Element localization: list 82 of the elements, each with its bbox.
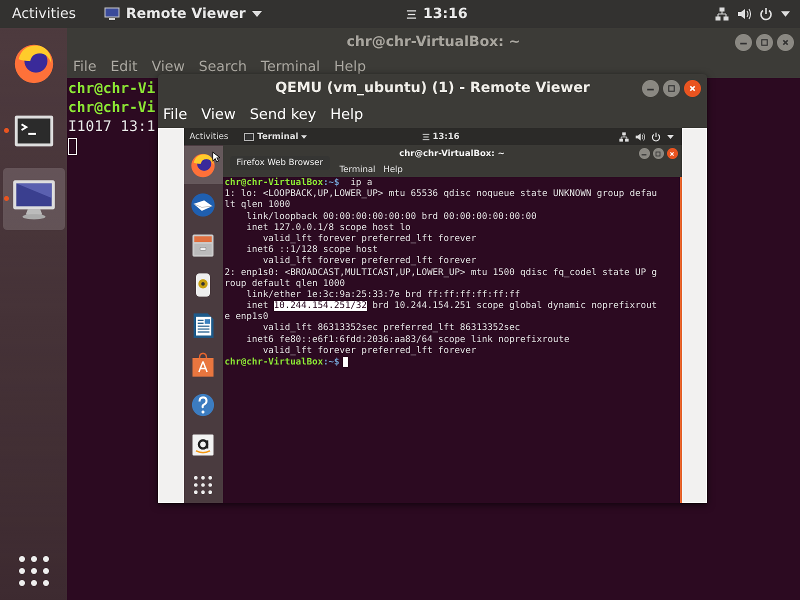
dock-item[interactable]	[2, 168, 64, 230]
output-line: link/ether 1e:3c:9a:25:33:7e brd ff:ff:ff:ff:ff:ff	[245, 290, 520, 300]
tooltip: Firefox Web Browser	[230, 156, 330, 170]
output-line: lt qlen 1000	[224, 200, 290, 210]
menu-item[interactable]: Search	[198, 59, 247, 75]
output-line: 1: lo: <LOOPBACK,UP,LOWER_UP> mtu 65536 qdisc noqueue state UNKNOWN group defau	[224, 189, 658, 200]
menu-item[interactable]: View	[201, 107, 236, 123]
maximize-icon	[759, 37, 770, 48]
clock[interactable]: 13:16	[423, 6, 468, 22]
browser-icon[interactable]	[189, 151, 217, 179]
prompt-path: :~$	[323, 178, 340, 188]
power-icon[interactable]	[650, 132, 660, 142]
output-line: inet 10.244.154.251/32 brd 10.244.154.251 scope global dynamic noprefixrout	[245, 301, 658, 312]
window-title: chr@chr-VirtualBox: ~	[346, 34, 520, 50]
text-cursor	[68, 138, 77, 155]
minimize-button[interactable]	[642, 80, 659, 97]
dock-item[interactable]	[184, 146, 222, 184]
minimize-button[interactable]	[638, 148, 650, 159]
maximize-button[interactable]	[663, 80, 680, 97]
output-line: valid_lft forever preferred_lft forever	[262, 346, 476, 356]
app-menu[interactable]: Remote Viewer	[126, 6, 246, 22]
output-line: 2: enp1s0: <BROADCAST,MULTICAST,UP,LOWER_UP> mtu 1500 qdisc fq_codel state UP g	[224, 268, 658, 278]
command-text: ip a	[349, 178, 372, 188]
output-line: inet6 fe80::e6f1:6fdd:2036:aa83/64 scope link noprefixroute	[245, 334, 570, 345]
menu-item[interactable]: Terminal	[340, 165, 376, 175]
output-line: valid_lft forever preferred_lft forever	[262, 234, 476, 244]
prompt-path: :~$	[323, 357, 340, 368]
mail-icon[interactable]	[189, 191, 217, 219]
app-menu[interactable]: Terminal	[257, 132, 298, 142]
network-icon[interactable]	[618, 132, 628, 142]
help-icon[interactable]	[189, 391, 217, 419]
window-title: QEMU (vm_ubuntu) (1) - Remote Viewer	[275, 80, 590, 96]
prompt-text: chr@chr-VirtualBox	[224, 357, 324, 368]
caret-icon[interactable]	[301, 134, 308, 138]
menu-item[interactable]: View	[152, 59, 185, 75]
notification-icon[interactable]	[422, 132, 430, 140]
window-title: chr@chr-VirtualBox: ~	[399, 149, 505, 159]
volume-icon[interactable]	[737, 7, 751, 21]
mouse-pointer-icon	[212, 151, 220, 163]
monitor-icon[interactable]	[104, 7, 120, 21]
prompt-text: chr@chr-VirtualBox	[224, 178, 324, 188]
close-button[interactable]	[684, 80, 701, 97]
terminal-icon[interactable]	[244, 132, 254, 140]
caret-icon[interactable]	[252, 11, 262, 17]
network-icon[interactable]	[715, 7, 729, 21]
output-line: roup default qlen 1000	[224, 278, 345, 289]
app-grid-icon[interactable]	[194, 476, 212, 494]
close-button[interactable]	[666, 148, 678, 159]
prompt-text: chr@chr-Vi	[68, 100, 156, 116]
activities-button[interactable]: Activities	[184, 132, 234, 142]
output-line: e enp1s0	[224, 312, 268, 322]
activities-button[interactable]: Activities	[0, 6, 88, 22]
output-line: link/loopback 00:00:00:00:00:00 brd 00:00:00:00:00:00	[245, 212, 537, 222]
output-line: I1017 13:1	[68, 119, 156, 135]
prompt-text: chr@chr-Vi	[68, 81, 156, 97]
minimize-button[interactable]	[735, 34, 752, 51]
menu-item[interactable]: Help	[334, 59, 366, 75]
maximize-icon	[654, 150, 662, 158]
close-icon	[687, 83, 698, 94]
caret-icon[interactable]	[781, 11, 790, 17]
menu-item[interactable]: Edit	[110, 59, 138, 75]
app-grid-icon[interactable]	[18, 556, 48, 586]
output-line: inet 127.0.0.1/8 scope host lo	[245, 222, 411, 233]
clock[interactable]: 13:16	[432, 132, 460, 142]
text-cursor	[342, 357, 348, 367]
volume-icon[interactable]	[634, 132, 644, 142]
menu-item[interactable]: File	[163, 107, 188, 123]
close-icon	[780, 37, 791, 48]
menu-item[interactable]: Help	[383, 165, 403, 175]
power-icon[interactable]	[759, 7, 773, 21]
output-line: inet6 ::1/128 scope host	[245, 245, 378, 256]
menu-item[interactable]: Send key	[250, 107, 316, 123]
maximize-icon	[666, 83, 677, 94]
menu-item[interactable]: Help	[330, 107, 364, 123]
close-icon	[668, 150, 676, 158]
maximize-button[interactable]	[756, 34, 773, 51]
notification-icon[interactable]	[406, 8, 417, 20]
output-line: valid_lft 86313352sec preferred_lft 86313352sec	[262, 323, 520, 334]
caret-icon[interactable]	[666, 134, 674, 138]
menu-item[interactable]: File	[73, 59, 96, 75]
output-line: valid_lft forever preferred_lft forever	[262, 256, 476, 266]
menu-item[interactable]: Terminal	[260, 59, 320, 75]
